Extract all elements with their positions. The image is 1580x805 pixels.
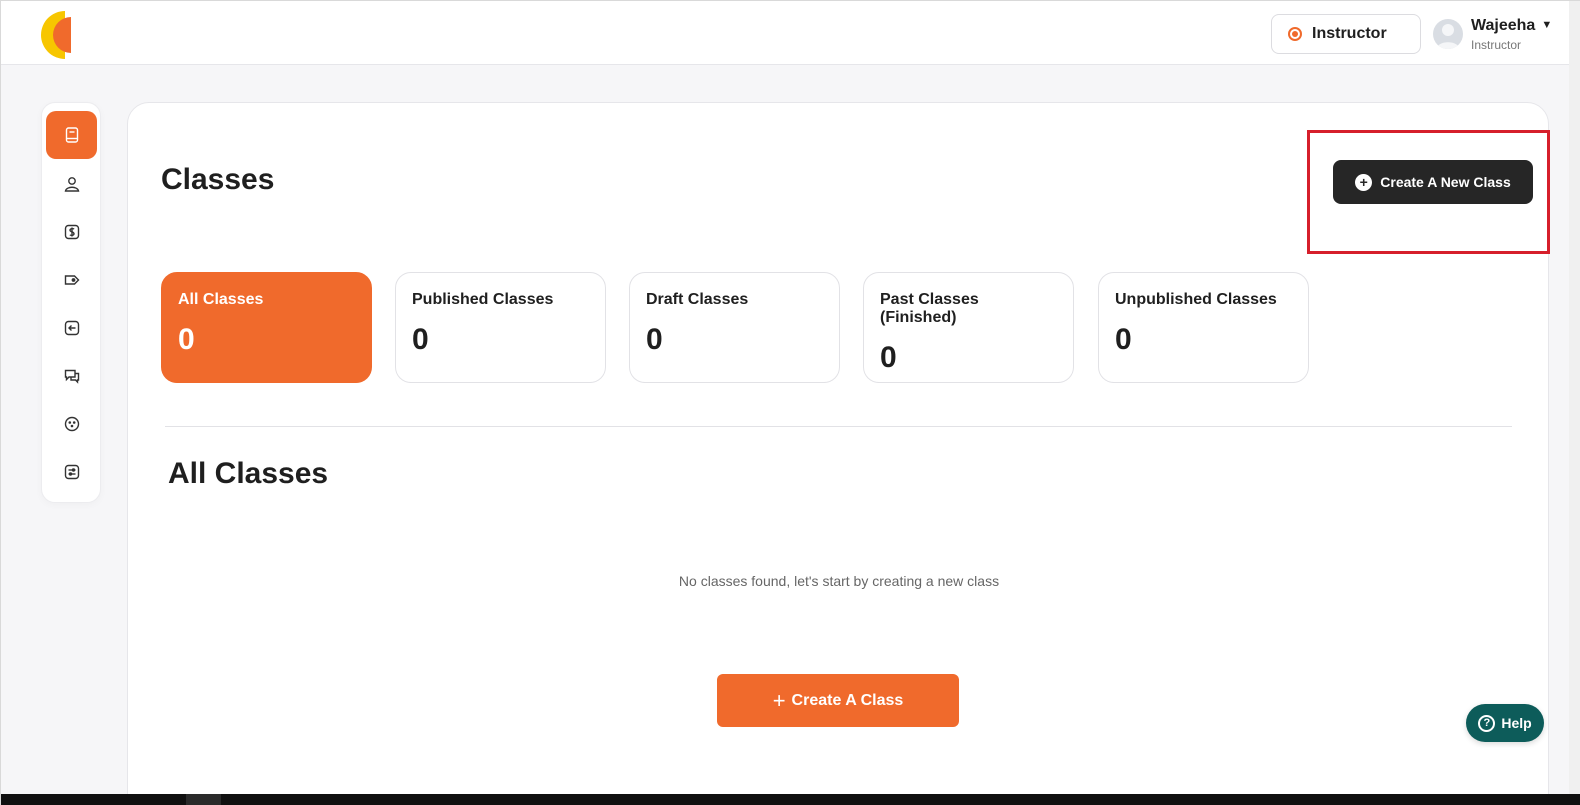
stat-card-draft-classes[interactable]: Draft Classes 0 (629, 272, 840, 383)
user-menu[interactable]: Wajeeha ▼ Instructor (1433, 13, 1558, 55)
tag-icon (64, 275, 79, 285)
create-new-class-label: Create A New Class (1380, 174, 1511, 190)
create-class-label: Create A Class (791, 691, 904, 709)
help-label: Help (1501, 715, 1532, 731)
stat-label: Unpublished Classes (1115, 291, 1277, 308)
caret-down-icon: ▼ (1541, 18, 1553, 31)
role-switch-button[interactable]: Instructor (1271, 14, 1421, 54)
stat-label: Published Classes (412, 291, 554, 308)
plus-icon: + (772, 687, 786, 713)
radio-dot-icon (1288, 27, 1302, 41)
stat-value: 0 (412, 323, 429, 356)
sidebar-item-classes[interactable] (46, 111, 97, 159)
role-button-label: Instructor (1312, 25, 1387, 42)
page-title: Classes (161, 163, 275, 196)
create-class-button[interactable]: + Create A Class (717, 674, 959, 727)
smiley-icon (64, 416, 79, 432)
section-title: All Classes (168, 457, 329, 490)
stat-value: 0 (178, 323, 195, 356)
sidebar-item-settings[interactable] (46, 448, 97, 496)
chat-icon (64, 369, 79, 384)
sidebar-item-students[interactable] (46, 160, 97, 208)
horizontal-scrollbar[interactable] (1, 794, 1580, 805)
sidebar-item-coupons[interactable] (46, 256, 97, 304)
stat-card-published-classes[interactable]: Published Classes 0 (395, 272, 606, 383)
vertical-scrollbar[interactable] (1569, 1, 1580, 794)
sidebar-item-messages[interactable] (46, 352, 97, 400)
book-icon (65, 127, 78, 143)
stat-card-past-classes[interactable]: Past Classes (Finished) 0 (863, 272, 1074, 383)
sidebar-item-enrollments[interactable] (46, 304, 97, 352)
section-divider (165, 426, 1512, 427)
top-header: Instructor Wajeeha ▼ Instructor (1, 1, 1569, 65)
app-window: Instructor Wajeeha ▼ Instructor Classes … (0, 0, 1580, 805)
stat-card-all-classes[interactable]: All Classes 0 (161, 272, 372, 383)
question-icon: ? (1478, 714, 1496, 732)
stat-label: All Classes (178, 291, 264, 308)
stat-value: 0 (646, 323, 663, 356)
sidebar-item-payments[interactable] (46, 208, 97, 256)
avatar-silhouette-icon (1437, 24, 1459, 49)
login-arrow-icon (64, 320, 79, 336)
brand-logo[interactable] (41, 11, 75, 59)
sidebar-item-reviews[interactable] (46, 400, 97, 448)
plus-circle-icon: + (1355, 173, 1373, 191)
user-icon (64, 177, 79, 192)
empty-state-message: No classes found, let's start by creatin… (678, 573, 1000, 589)
scrollbar-thumb[interactable] (186, 794, 221, 805)
stat-label: Past Classes (Finished) (880, 291, 979, 326)
dollar-icon (64, 224, 79, 240)
stat-card-unpublished-classes[interactable]: Unpublished Classes 0 (1098, 272, 1309, 383)
user-role: Instructor (1471, 37, 1522, 52)
stat-value: 0 (880, 341, 897, 374)
avatar (1433, 19, 1463, 49)
stat-value: 0 (1115, 323, 1132, 356)
sidebar (41, 102, 101, 503)
stat-label: Draft Classes (646, 291, 749, 308)
create-new-class-button[interactable]: + Create A New Class (1333, 160, 1533, 204)
user-name: Wajeeha (1471, 16, 1536, 34)
help-button[interactable]: ? Help (1466, 704, 1544, 742)
main-content: Classes + Create A New Class All Classes… (127, 102, 1550, 805)
settings-list-icon (64, 464, 79, 480)
